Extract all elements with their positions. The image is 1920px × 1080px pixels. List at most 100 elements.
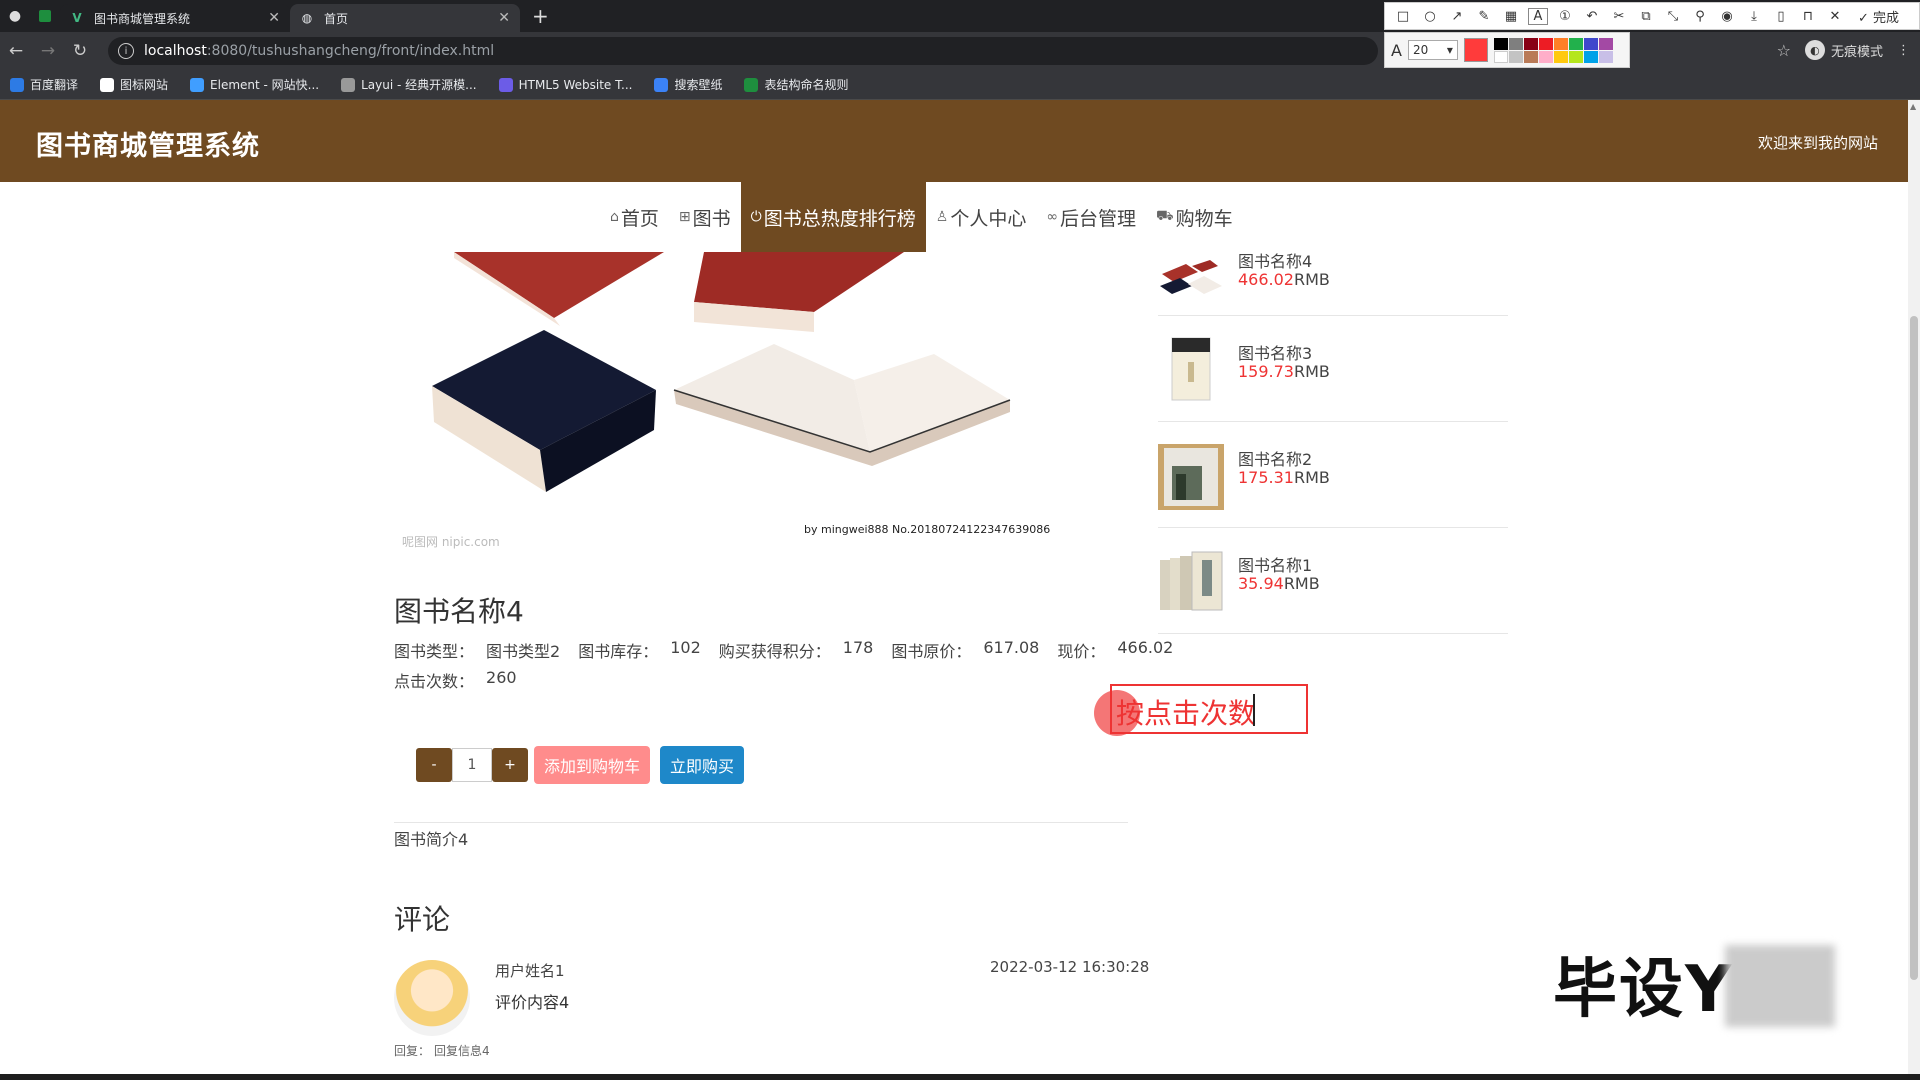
grid-icon: ⊞ <box>678 209 691 225</box>
nav-ranking[interactable]: ⏻ 图书总热度排行榜 <box>740 182 926 252</box>
wallpaper-icon <box>654 77 669 92</box>
book-thumbnail <box>1158 246 1224 312</box>
pen-tool-icon[interactable]: ✎ <box>1474 9 1494 24</box>
selected-color-swatch[interactable] <box>1463 38 1488 62</box>
price-value: 35.94 <box>1238 574 1284 593</box>
mosaic-tool-icon[interactable]: ▦ <box>1501 9 1521 24</box>
qty-plus-button[interactable]: + <box>492 748 528 782</box>
sheet-icon <box>744 77 759 92</box>
nav-home[interactable]: ⌂ 首页 <box>600 182 669 252</box>
number-tool-icon[interactable]: ① <box>1555 9 1575 24</box>
tab-title: 首页 <box>324 11 349 26</box>
nav-profile[interactable]: ♙ 个人中心 <box>926 182 1037 252</box>
book-thumbnail <box>1158 550 1224 616</box>
rank-book-name: 图书名称4 <box>1238 252 1313 271</box>
new-tab-icon[interactable]: + <box>532 4 549 28</box>
back-icon[interactable]: ← <box>0 41 32 61</box>
ranking-item[interactable]: 图书名称1 35.94RMB <box>1158 528 1508 634</box>
product-image: 呢图网 nipic.com by mingwei888 No.201807241… <box>394 252 1054 562</box>
bottom-edge <box>0 1074 1920 1080</box>
comments-heading: 评论 <box>394 903 451 936</box>
copy-icon[interactable]: ⧉ <box>1636 9 1656 24</box>
done-button[interactable]: ✓ 完成 <box>1858 7 1899 26</box>
bookmark-item[interactable]: HTML5 Website T... <box>498 77 632 92</box>
user-icon: ♙ <box>935 209 949 225</box>
more-icon[interactable]: ⋮ <box>1897 43 1910 58</box>
save-icon[interactable]: ▯ <box>1771 9 1791 24</box>
buy-now-button[interactable]: 立即购买 <box>660 746 744 784</box>
arrow-tool-icon[interactable]: ↗ <box>1447 9 1467 24</box>
bookmark-item[interactable]: 图标网站 <box>100 76 168 93</box>
ranking-item[interactable]: 图书名称2 175.31RMB <box>1158 422 1508 528</box>
divider <box>394 822 1128 823</box>
nav-books[interactable]: ⊞ 图书 <box>669 182 741 252</box>
meta-clicks: 点击次数： 260 <box>394 668 517 692</box>
resize-icon[interactable]: ⤡ <box>1663 9 1683 24</box>
undo-icon[interactable]: ↶ <box>1582 9 1602 24</box>
nav-label: 图书 <box>692 207 731 230</box>
close-icon[interactable]: ✕ <box>1825 9 1845 24</box>
qty-input[interactable]: 1 <box>452 748 492 782</box>
avatar <box>394 960 470 1036</box>
price-value: 175.31 <box>1238 468 1294 487</box>
bookmark-label: 搜索壁纸 <box>674 78 723 92</box>
bookmark-item[interactable]: 表结构命名规则 <box>744 76 848 93</box>
url-field[interactable]: i localhost:8080/tushushangcheng/front/i… <box>108 37 1378 65</box>
annotation-toolbar: □ ○ ↗ ✎ ▦ A ① ↶ ✂ ⧉ ⤡ ⚲ ◉ ⤓ ▯ ⊓ ✕ ✓ 完成 <box>1384 2 1920 30</box>
forward-icon[interactable]: → <box>32 41 64 61</box>
flag-icon <box>100 77 115 92</box>
font-size-select[interactable]: 20 ▾ <box>1407 40 1458 60</box>
bookmark-label: 百度翻译 <box>30 78 79 92</box>
site-header: 图书商城管理系统 欢迎来到我的网站 <box>0 100 1908 182</box>
currency: RMB <box>1293 468 1330 487</box>
rectangle-tool-icon[interactable]: □ <box>1393 9 1413 24</box>
bookmark-item[interactable]: 搜索壁纸 <box>654 76 722 93</box>
reload-icon[interactable]: ↻ <box>64 41 96 61</box>
address-bar-actions: ☆ ◐ 无痕模式 ⋮ <box>1777 40 1910 60</box>
site-title: 图书商城管理系统 <box>36 131 260 162</box>
sheets-app-icon[interactable] <box>30 0 60 32</box>
nav-label: 图书总热度排行榜 <box>763 207 916 230</box>
nav-label: 后台管理 <box>1060 207 1137 230</box>
meta-label: 图书原价： <box>891 642 972 661</box>
incognito-indicator[interactable]: ◐ 无痕模式 <box>1804 40 1883 60</box>
browser-menu-icon[interactable]: ● <box>0 0 30 32</box>
crop-icon[interactable]: ✂ <box>1609 9 1629 24</box>
done-label: 完成 <box>1873 10 1900 26</box>
ranking-item[interactable]: 图书名称4 466.02RMB <box>1158 246 1508 316</box>
meta-value: 102 <box>670 638 701 657</box>
nav-cart[interactable]: ⛟ 购物车 <box>1146 182 1243 252</box>
meta-label: 图书类型： <box>394 642 475 661</box>
text-tool-icon[interactable]: A <box>1528 7 1548 25</box>
color-palette[interactable] <box>1493 37 1613 63</box>
pin-icon[interactable]: ⚲ <box>1690 9 1710 24</box>
bookmark-icon[interactable]: ⊓ <box>1798 9 1818 24</box>
bookmark-item[interactable]: Layui - 经典开源模... <box>341 76 477 93</box>
scrollbar-thumb[interactable] <box>1910 316 1918 980</box>
scroll-up-icon[interactable]: ▲ <box>1910 102 1916 111</box>
star-icon[interactable]: ☆ <box>1777 41 1791 60</box>
add-to-cart-button[interactable]: 添加到购物车 <box>534 746 650 784</box>
close-icon[interactable]: ✕ <box>268 10 280 26</box>
product-title: 图书名称4 <box>394 595 524 628</box>
download-icon[interactable]: ⤓ <box>1744 9 1764 24</box>
book-thumbnail <box>1158 444 1224 510</box>
tab-admin[interactable]: V 图书商城管理系统 ✕ <box>60 4 290 32</box>
bookmark-item[interactable]: 百度翻译 <box>10 76 78 93</box>
meta-value: 图书类型2 <box>486 642 561 661</box>
meta-label: 图书库存： <box>578 642 659 661</box>
meta-orig-price: 图书原价： 617.08 <box>891 638 1039 662</box>
rank-book-name: 图书名称3 <box>1238 344 1313 363</box>
ellipse-tool-icon[interactable]: ○ <box>1420 9 1440 24</box>
comment-time: 2022-03-12 16:30:28 <box>990 958 1150 976</box>
qty-minus-button[interactable]: - <box>416 748 452 782</box>
record-icon[interactable]: ◉ <box>1717 9 1737 24</box>
nav-admin[interactable]: ∞ 后台管理 <box>1036 182 1146 252</box>
bookmark-label: Element - 网站快... <box>210 78 320 92</box>
ranking-item[interactable]: 图书名称3 159.73RMB <box>1158 316 1508 422</box>
bookmark-item[interactable]: Element - 网站快... <box>190 76 319 93</box>
layui-icon <box>341 77 356 92</box>
info-icon[interactable]: i <box>118 43 134 59</box>
close-icon[interactable]: ✕ <box>498 10 510 26</box>
tab-home[interactable]: ◍ 首页 ✕ <box>290 4 520 32</box>
